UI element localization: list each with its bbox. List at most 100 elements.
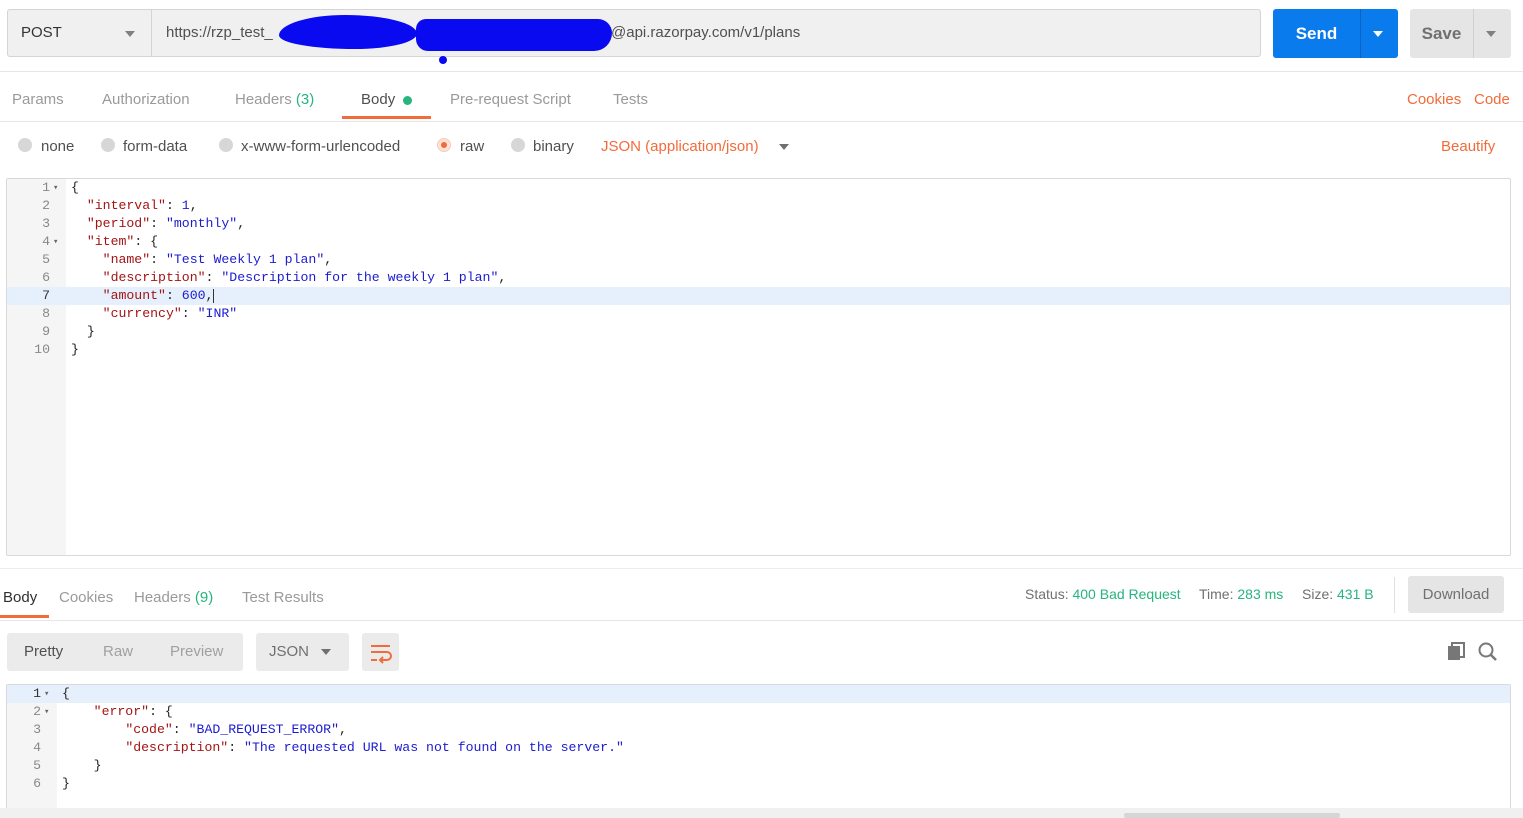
- chevron-down-icon[interactable]: [1486, 31, 1496, 37]
- code-line: 7 "amount": 600,: [7, 287, 1510, 305]
- status-label: Status:: [1025, 586, 1069, 602]
- request-body-editor[interactable]: 1 ▾{2 "interval": 1, 3 "period": "monthly"…: [6, 178, 1511, 556]
- url-prefix: https://rzp_test_: [166, 24, 273, 41]
- fold-toggle-icon[interactable]: ▾: [53, 233, 58, 251]
- line-number: 2: [42, 198, 50, 213]
- chevron-down-icon[interactable]: [779, 144, 789, 150]
- code-text: "currency": "INR": [102, 306, 238, 321]
- radio-form-data-label: form-data: [123, 138, 188, 155]
- line-number: 8: [42, 306, 50, 321]
- tab-headers-label: Headers: [235, 91, 292, 108]
- code-line: 8 "currency": "INR": [7, 305, 1510, 323]
- time-readout: Time: 283 ms: [1199, 586, 1283, 602]
- active-tab-underline: [342, 116, 431, 119]
- fold-toggle-icon[interactable]: ▾: [53, 179, 58, 197]
- fold-toggle-icon[interactable]: ▾: [44, 703, 49, 721]
- code-text: }: [62, 758, 102, 773]
- radio-binary[interactable]: [511, 138, 525, 152]
- code-line: 10}: [7, 341, 1510, 359]
- response-tab-body[interactable]: Body: [3, 589, 37, 606]
- save-label: Save: [1421, 24, 1462, 43]
- code-text: "error": {: [93, 704, 173, 719]
- code-text: {: [62, 686, 70, 701]
- divider: [0, 568, 1523, 569]
- radio-none-label: none: [41, 138, 75, 155]
- line-number: 6: [42, 270, 50, 285]
- redaction-mark: [279, 15, 417, 49]
- response-format-select[interactable]: JSON: [256, 633, 349, 671]
- send-divider: [1360, 9, 1361, 58]
- code-text: "period": "monthly",: [86, 216, 246, 231]
- fold-toggle-icon[interactable]: ▾: [44, 685, 49, 703]
- tab-authorization[interactable]: Authorization: [102, 91, 190, 108]
- send-button[interactable]: Send: [1273, 9, 1398, 58]
- code-text: }: [71, 342, 79, 357]
- tab-headers[interactable]: Headers (3): [235, 91, 314, 108]
- view-preview[interactable]: Preview: [170, 633, 223, 671]
- search-button[interactable]: [1476, 640, 1500, 664]
- response-tab-headers[interactable]: Headers (9): [134, 589, 213, 606]
- divider: [0, 620, 1523, 621]
- line-number: 4: [42, 234, 50, 249]
- send-label: Send: [1295, 24, 1338, 43]
- content-type-select[interactable]: JSON (application/json): [601, 138, 759, 155]
- response-body-viewer[interactable]: 1 ▾{2 ▾ "error": {3 "code": "BAD_REQUEST_E…: [6, 684, 1511, 814]
- view-mode-segment: Pretty Raw Preview: [7, 633, 243, 671]
- radio-urlencoded[interactable]: [219, 138, 233, 152]
- beautify-link[interactable]: Beautify: [1441, 138, 1495, 155]
- response-tab-test-results[interactable]: Test Results: [242, 589, 324, 606]
- view-pretty[interactable]: Pretty: [24, 633, 63, 671]
- tab-prerequest-script[interactable]: Pre-request Script: [450, 91, 571, 108]
- time-label: Time:: [1199, 586, 1234, 602]
- code-line: 9 }: [7, 323, 1510, 341]
- save-button[interactable]: Save: [1410, 9, 1511, 58]
- code-line: 6 "description": "Description for the we…: [7, 269, 1510, 287]
- download-button[interactable]: Download: [1408, 576, 1504, 613]
- response-tab-cookies[interactable]: Cookies: [59, 589, 113, 606]
- code-text: }: [71, 324, 95, 339]
- code-text: }: [62, 776, 70, 791]
- chevron-down-icon[interactable]: [1373, 31, 1383, 37]
- wrap-lines-button[interactable]: [362, 633, 399, 671]
- horizontal-scrollbar[interactable]: [1124, 813, 1340, 818]
- code-text: "interval": 1,: [86, 198, 198, 213]
- divider: [1394, 577, 1395, 613]
- method-select[interactable]: POST: [7, 9, 151, 57]
- chevron-down-icon: [321, 649, 331, 655]
- response-headers-label: Headers: [134, 589, 191, 606]
- tab-body[interactable]: Body: [361, 91, 395, 108]
- size-readout: Size: 431 B: [1302, 586, 1374, 602]
- radio-raw[interactable]: [437, 138, 451, 152]
- cookies-link[interactable]: Cookies: [1407, 91, 1461, 108]
- time-value: 283 ms: [1237, 586, 1284, 602]
- size-label: Size:: [1302, 586, 1334, 602]
- line-number: 6: [33, 776, 41, 791]
- code-line: 4 ▾ "item": {: [7, 233, 1510, 251]
- line-number: 5: [42, 252, 50, 267]
- code-line: 5 }: [7, 757, 1510, 775]
- code-text: "amount": 600,: [102, 288, 215, 303]
- radio-urlencoded-label: x-www-form-urlencoded: [241, 138, 401, 155]
- code-line: 3 "period": "monthly",: [7, 215, 1510, 233]
- line-number: 3: [33, 722, 41, 737]
- redaction-mark: [416, 19, 612, 51]
- line-number: 3: [42, 216, 50, 231]
- copy-button[interactable]: [1444, 640, 1468, 664]
- chevron-down-icon: [125, 31, 135, 37]
- divider: [0, 71, 1523, 72]
- line-number: 4: [33, 740, 41, 755]
- code-text: "name": "Test Weekly 1 plan",: [102, 252, 333, 267]
- search-icon: [1478, 642, 1497, 661]
- code-link[interactable]: Code: [1474, 91, 1510, 108]
- line-number: 5: [33, 758, 41, 773]
- radio-form-data[interactable]: [101, 138, 115, 152]
- view-raw[interactable]: Raw: [103, 633, 133, 671]
- response-format-label: JSON: [269, 643, 310, 660]
- radio-none[interactable]: [18, 138, 32, 152]
- tab-tests[interactable]: Tests: [613, 91, 648, 108]
- tab-params[interactable]: Params: [12, 91, 64, 108]
- radio-raw-label: raw: [460, 138, 485, 155]
- code-line: 2 "interval": 1,: [7, 197, 1510, 215]
- headers-count: (3): [295, 91, 315, 108]
- code-text: "code": "BAD_REQUEST_ERROR",: [125, 722, 347, 737]
